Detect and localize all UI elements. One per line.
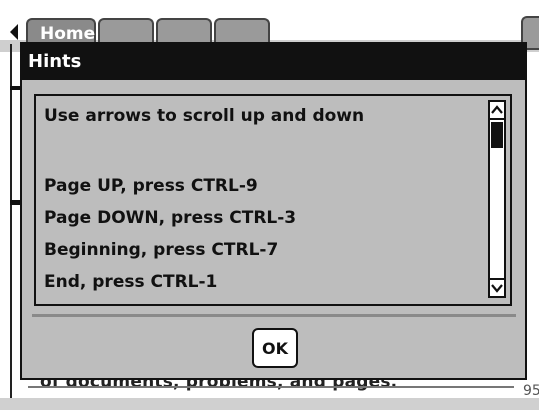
hint-line: End, press CTRL-1 (44, 272, 218, 292)
scroll-up-button[interactable] (490, 102, 504, 120)
content-left-border (10, 44, 12, 400)
footer-bar (0, 398, 539, 410)
hints-text-area[interactable]: Use arrows to scroll up and down Page UP… (34, 94, 512, 306)
scroll-thumb[interactable] (491, 122, 503, 148)
hint-line: Page UP, press CTRL-9 (44, 176, 258, 196)
hints-text: Use arrows to scroll up and down Page UP… (44, 100, 484, 298)
vertical-scrollbar[interactable] (488, 100, 506, 298)
background-partial-text: of documents, problems, and pages. (40, 378, 398, 392)
ok-button[interactable]: OK (252, 328, 298, 368)
chevron-down-icon (491, 284, 503, 293)
tab-bar: Home (26, 14, 272, 46)
chevron-up-icon (491, 105, 503, 114)
hint-line-blank (44, 132, 484, 170)
hint-line: Use arrows to scroll up and down (44, 106, 365, 126)
hint-line: Beginning, press CTRL-7 (44, 240, 279, 260)
left-arrow-icon[interactable] (10, 24, 18, 40)
scroll-down-button[interactable] (490, 278, 504, 296)
dialog-divider (32, 314, 516, 317)
hints-dialog: Hints Use arrows to scroll up and down P… (20, 42, 527, 380)
background-page-number: 95 (523, 383, 539, 399)
dialog-title: Hints (22, 44, 525, 80)
background-text-field-border (28, 386, 514, 388)
hint-line: Page DOWN, press CTRL-3 (44, 208, 297, 228)
